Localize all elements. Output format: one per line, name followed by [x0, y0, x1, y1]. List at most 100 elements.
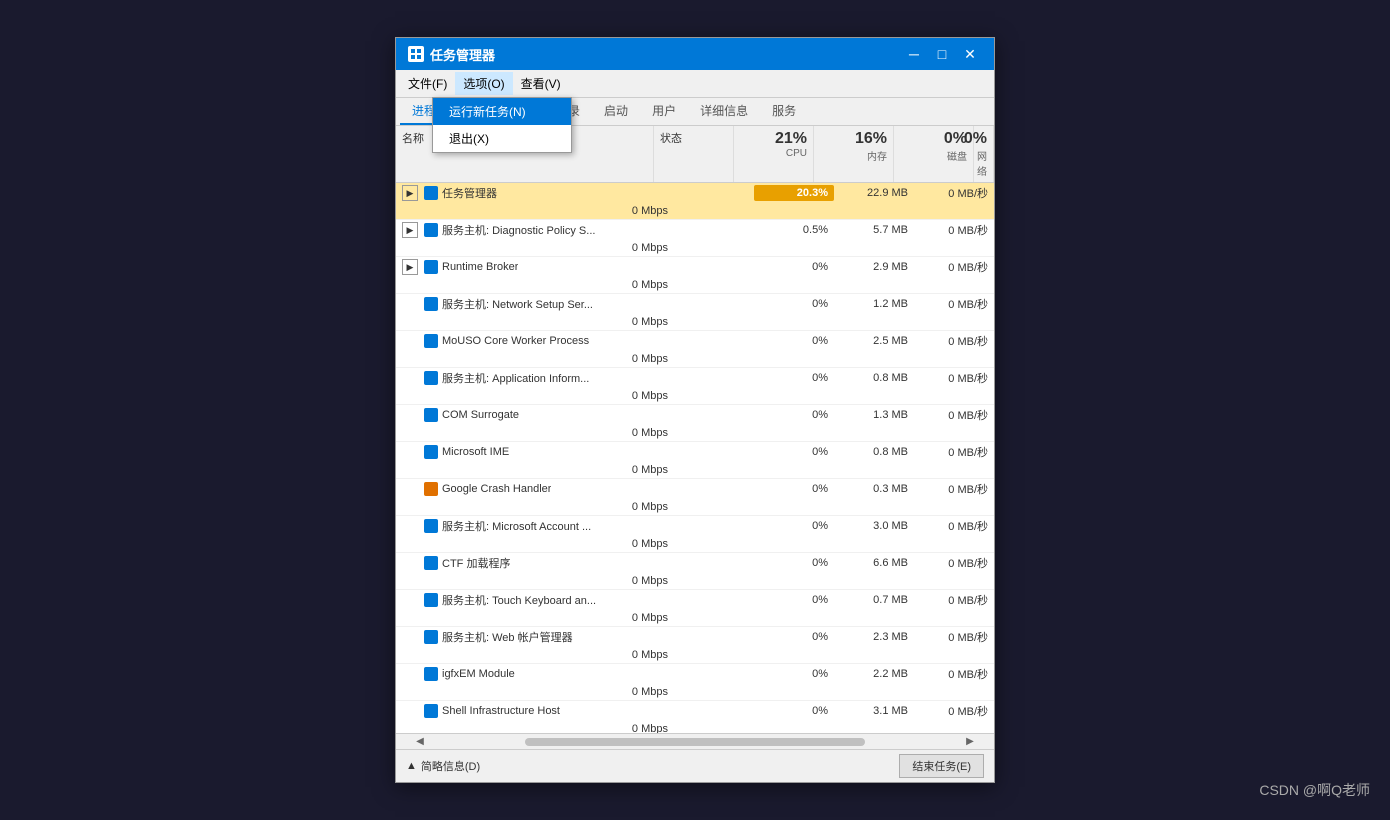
process-cpu: 0%: [754, 444, 834, 460]
title-bar: 任务管理器 ─ □ ✕: [396, 38, 994, 70]
process-cpu: 0%: [754, 518, 834, 534]
process-icon: [424, 297, 438, 311]
process-disk: 0 MB/秒: [914, 590, 994, 610]
table-row[interactable]: 服务主机: Touch Keyboard an...0%0.7 MB0 MB/秒…: [396, 590, 994, 627]
col-header-disk[interactable]: 0% 磁盘: [894, 126, 974, 182]
window-title: 任务管理器: [430, 45, 495, 64]
tab-services[interactable]: 服务: [760, 98, 808, 125]
process-icon: [424, 704, 438, 718]
process-network: 0 Mbps: [396, 203, 674, 219]
table-row[interactable]: ▶Runtime Broker0%2.9 MB0 MB/秒0 Mbps: [396, 257, 994, 294]
tab-details[interactable]: 详细信息: [688, 98, 760, 125]
process-status: [674, 487, 754, 491]
process-status: [674, 265, 754, 269]
process-disk: 0 MB/秒: [914, 664, 994, 684]
title-bar-left: 任务管理器: [408, 45, 495, 64]
process-icon: [424, 223, 438, 237]
table-row[interactable]: 服务主机: Network Setup Ser...0%1.2 MB0 MB/秒…: [396, 294, 994, 331]
process-name: COM Surrogate: [442, 409, 519, 421]
process-network: 0 Mbps: [396, 573, 674, 589]
dropdown-run-new-task[interactable]: 运行新任务(N): [433, 98, 571, 125]
table-row[interactable]: igfxEM Module0%2.2 MB0 MB/秒0 Mbps: [396, 664, 994, 701]
menu-options[interactable]: 选项(O): [455, 72, 512, 95]
process-cpu: 0%: [754, 629, 834, 645]
process-memory: 22.9 MB: [834, 185, 914, 201]
expand-icon[interactable]: ▶: [402, 259, 418, 275]
process-memory: 3.0 MB: [834, 518, 914, 534]
col-header-memory[interactable]: 16% 内存: [814, 126, 894, 182]
process-cpu: 0%: [754, 259, 834, 275]
col-header-network[interactable]: 0% 网络: [974, 126, 994, 182]
process-disk: 0 MB/秒: [914, 553, 994, 573]
process-icon: [424, 630, 438, 644]
process-name: Microsoft IME: [442, 446, 509, 458]
process-status: [674, 191, 754, 195]
horizontal-scrollbar[interactable]: ◀ ▶: [396, 733, 994, 749]
table-row[interactable]: 服务主机: Microsoft Account ...0%3.0 MB0 MB/…: [396, 516, 994, 553]
process-status: [674, 561, 754, 565]
process-network: 0 Mbps: [396, 721, 674, 733]
process-memory: 3.1 MB: [834, 703, 914, 719]
h-scroll-thumb[interactable]: [525, 738, 865, 746]
minimize-button[interactable]: ─: [902, 44, 926, 64]
table-row[interactable]: MoUSO Core Worker Process0%2.5 MB0 MB/秒0…: [396, 331, 994, 368]
process-status: [674, 524, 754, 528]
tab-users[interactable]: 用户: [640, 98, 688, 125]
col-header-status[interactable]: 状态: [654, 126, 734, 182]
process-status: [674, 339, 754, 343]
process-memory: 1.2 MB: [834, 296, 914, 312]
process-memory: 6.6 MB: [834, 555, 914, 571]
process-name: CTF 加载程序: [442, 555, 510, 571]
process-name: igfxEM Module: [442, 668, 515, 680]
summary-toggle[interactable]: ▲ 简略信息(D): [406, 758, 480, 774]
menu-file[interactable]: 文件(F): [400, 72, 455, 95]
process-disk: 0 MB/秒: [914, 220, 994, 240]
process-memory: 0.3 MB: [834, 481, 914, 497]
process-cpu: 0%: [754, 666, 834, 682]
title-bar-controls: ─ □ ✕: [902, 44, 982, 64]
table-row[interactable]: Microsoft IME0%0.8 MB0 MB/秒0 Mbps: [396, 442, 994, 479]
process-icon: [424, 186, 438, 200]
table-row[interactable]: Google Crash Handler0%0.3 MB0 MB/秒0 Mbps: [396, 479, 994, 516]
summary-label: 简略信息(D): [421, 758, 480, 774]
process-network: 0 Mbps: [396, 647, 674, 663]
process-status: [674, 376, 754, 380]
close-button[interactable]: ✕: [958, 44, 982, 64]
process-network: 0 Mbps: [396, 462, 674, 478]
process-status: [674, 635, 754, 639]
col-header-cpu[interactable]: 21% CPU: [734, 126, 814, 182]
table-row[interactable]: COM Surrogate0%1.3 MB0 MB/秒0 Mbps: [396, 405, 994, 442]
process-cpu: 0%: [754, 703, 834, 719]
process-name: 服务主机: Touch Keyboard an...: [442, 592, 596, 608]
end-task-button[interactable]: 结束任务(E): [899, 754, 984, 778]
table-row[interactable]: Shell Infrastructure Host0%3.1 MB0 MB/秒0…: [396, 701, 994, 733]
process-disk: 0 MB/秒: [914, 442, 994, 462]
process-name: Shell Infrastructure Host: [442, 705, 560, 717]
menu-view[interactable]: 查看(V): [513, 72, 569, 95]
process-disk: 0 MB/秒: [914, 257, 994, 277]
process-cpu: 0.5%: [754, 222, 834, 238]
process-status: [674, 709, 754, 713]
process-network: 0 Mbps: [396, 388, 674, 404]
process-icon: [424, 334, 438, 348]
tab-startup[interactable]: 启动: [592, 98, 640, 125]
table-row[interactable]: 服务主机: Application Inform...0%0.8 MB0 MB/…: [396, 368, 994, 405]
expand-icon[interactable]: ▶: [402, 185, 418, 201]
table-row[interactable]: 服务主机: Web 帐户管理器0%2.3 MB0 MB/秒0 Mbps: [396, 627, 994, 664]
table-row[interactable]: ▶任务管理器20.3%22.9 MB0 MB/秒0 Mbps: [396, 183, 994, 220]
dropdown-exit[interactable]: 退出(X): [433, 125, 571, 152]
footer-bar: ▲ 简略信息(D) 结束任务(E): [396, 749, 994, 782]
process-name: 服务主机: Network Setup Ser...: [442, 296, 593, 312]
app-icon: [408, 46, 424, 62]
process-status: [674, 450, 754, 454]
process-memory: 0.7 MB: [834, 592, 914, 608]
process-name: Runtime Broker: [442, 261, 518, 273]
expand-icon[interactable]: ▶: [402, 222, 418, 238]
process-name: 服务主机: Web 帐户管理器: [442, 629, 573, 645]
table-row[interactable]: CTF 加载程序 0%6.6 MB0 MB/秒 0 Mbps: [396, 553, 994, 590]
process-cpu: 0%: [754, 555, 834, 571]
process-icon: [424, 519, 438, 533]
process-network: 0 Mbps: [396, 314, 674, 330]
table-row[interactable]: ▶服务主机: Diagnostic Policy S...0.5%5.7 MB0…: [396, 220, 994, 257]
maximize-button[interactable]: □: [930, 44, 954, 64]
